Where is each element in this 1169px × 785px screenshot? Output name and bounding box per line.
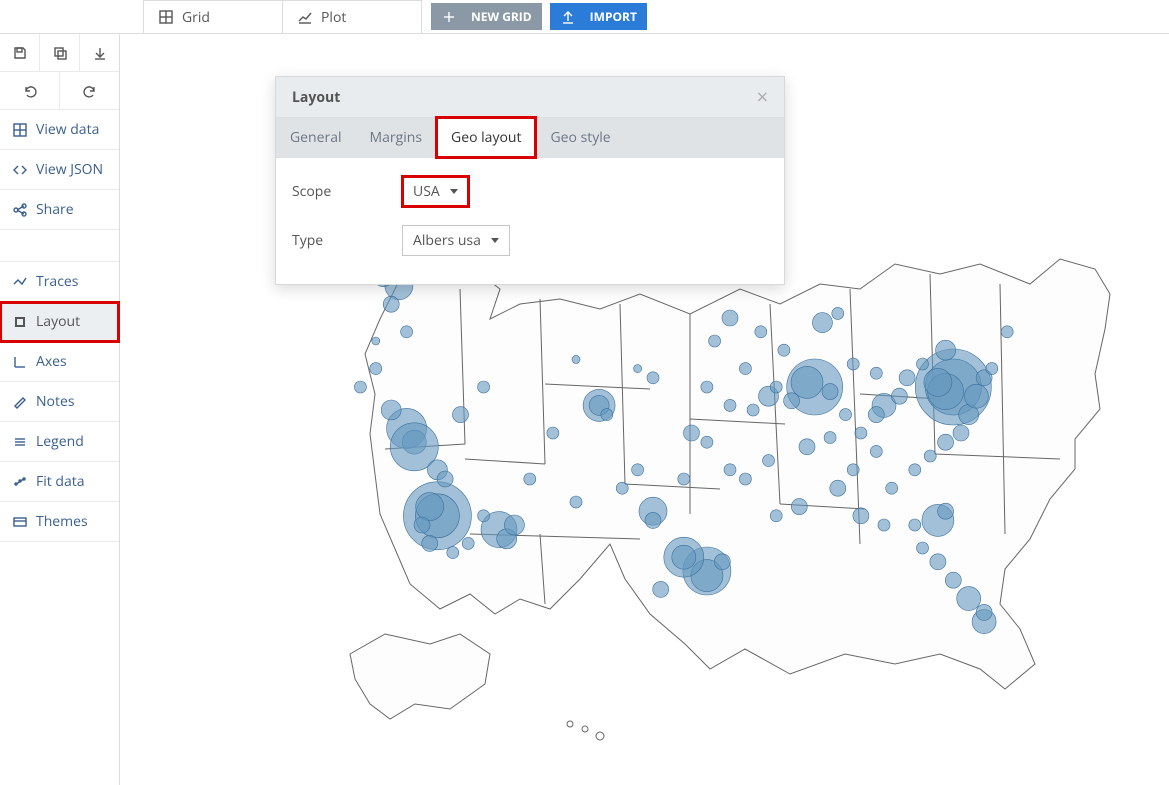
sidebar: View data View JSON Share Traces Layout … <box>0 34 120 785</box>
scope-value: USA <box>413 182 440 201</box>
grid-icon <box>158 9 174 25</box>
save-button[interactable] <box>0 34 40 71</box>
fitdata-icon <box>12 474 28 490</box>
import-button[interactable]: IMPORT <box>550 3 647 30</box>
tab-plot-label: Plot <box>321 8 346 27</box>
layout-popover: Layout × General Margins Geo layout Geo … <box>275 76 785 285</box>
redo-icon <box>82 83 98 99</box>
popover-body: Scope USA Type Albers usa <box>276 158 784 284</box>
toolbar-row-2 <box>0 72 119 110</box>
upload-icon <box>560 9 576 25</box>
type-select[interactable]: Albers usa <box>402 225 510 256</box>
themes-icon <box>12 514 28 530</box>
sidebar-item-viewdata[interactable]: View data <box>0 110 119 150</box>
tab-grid[interactable]: Grid <box>143 0 283 33</box>
scope-select[interactable]: USA <box>402 176 469 207</box>
sidebar-label: Notes <box>36 392 75 411</box>
chevron-down-icon <box>450 189 458 194</box>
code-icon <box>12 162 28 178</box>
save-icon <box>12 45 28 61</box>
tab-geostyle[interactable]: Geo style <box>536 118 624 157</box>
tab-grid-label: Grid <box>182 8 210 27</box>
sidebar-menu: View data View JSON Share Traces Layout … <box>0 110 119 542</box>
sidebar-item-fitdata[interactable]: Fit data <box>0 462 119 502</box>
redo-button[interactable] <box>60 72 119 109</box>
sidebar-label: Share <box>36 200 74 219</box>
type-label: Type <box>292 231 402 250</box>
legend-icon <box>12 434 28 450</box>
plus-icon <box>441 9 457 25</box>
sidebar-label: Layout <box>36 312 80 331</box>
tab-plot[interactable]: Plot <box>282 0 422 33</box>
sidebar-label: View JSON <box>36 160 103 179</box>
sidebar-item-notes[interactable]: Notes <box>0 382 119 422</box>
download-button[interactable] <box>80 34 119 71</box>
sidebar-item-viewjson[interactable]: View JSON <box>0 150 119 190</box>
type-row: Type Albers usa <box>292 225 768 256</box>
sidebar-item-share[interactable]: Share <box>0 190 119 230</box>
sidebar-item-legend[interactable]: Legend <box>0 422 119 462</box>
sidebar-label: Traces <box>36 272 78 291</box>
tab-general[interactable]: General <box>276 118 356 157</box>
sidebar-label: Fit data <box>36 472 85 491</box>
copy-button[interactable] <box>40 34 80 71</box>
sidebar-label: Themes <box>36 512 88 531</box>
chevron-down-icon <box>491 238 499 243</box>
sidebar-item-traces[interactable]: Traces <box>0 262 119 302</box>
sidebar-separator <box>0 230 119 262</box>
toolbar-row-1 <box>0 34 119 72</box>
tab-margins[interactable]: Margins <box>356 118 437 157</box>
popover-title: Layout <box>292 88 340 107</box>
share-icon <box>12 202 28 218</box>
top-tabs: Grid Plot NEW GRID IMPORT <box>0 0 1169 34</box>
copy-icon <box>52 45 68 61</box>
undo-button[interactable] <box>0 72 60 109</box>
layout-icon <box>12 314 28 330</box>
traces-icon <box>12 274 28 290</box>
grid-icon <box>12 122 28 138</box>
type-value: Albers usa <box>413 231 481 250</box>
undo-icon <box>22 83 38 99</box>
download-icon <box>92 45 108 61</box>
scope-label: Scope <box>292 182 402 201</box>
sidebar-item-layout[interactable]: Layout <box>0 302 119 342</box>
close-icon[interactable]: × <box>757 87 768 107</box>
tab-geolayout[interactable]: Geo layout <box>436 117 536 158</box>
import-label: IMPORT <box>590 8 637 25</box>
sidebar-item-axes[interactable]: Axes <box>0 342 119 382</box>
sidebar-label: View data <box>36 120 99 139</box>
map-visualization[interactable] <box>340 234 1120 759</box>
popover-header: Layout × <box>276 77 784 118</box>
axes-icon <box>12 354 28 370</box>
top-actions: NEW GRID IMPORT <box>431 0 647 33</box>
new-grid-label: NEW GRID <box>471 8 532 25</box>
popover-tabs: General Margins Geo layout Geo style <box>276 118 784 158</box>
sidebar-item-themes[interactable]: Themes <box>0 502 119 542</box>
sidebar-label: Axes <box>36 352 67 371</box>
new-grid-button[interactable]: NEW GRID <box>431 3 542 30</box>
notes-icon <box>12 394 28 410</box>
sidebar-label: Legend <box>36 432 84 451</box>
plot-icon <box>297 9 313 25</box>
plot-canvas: Click to enter Plot title <box>120 34 1169 785</box>
scope-row: Scope USA <box>292 176 768 207</box>
